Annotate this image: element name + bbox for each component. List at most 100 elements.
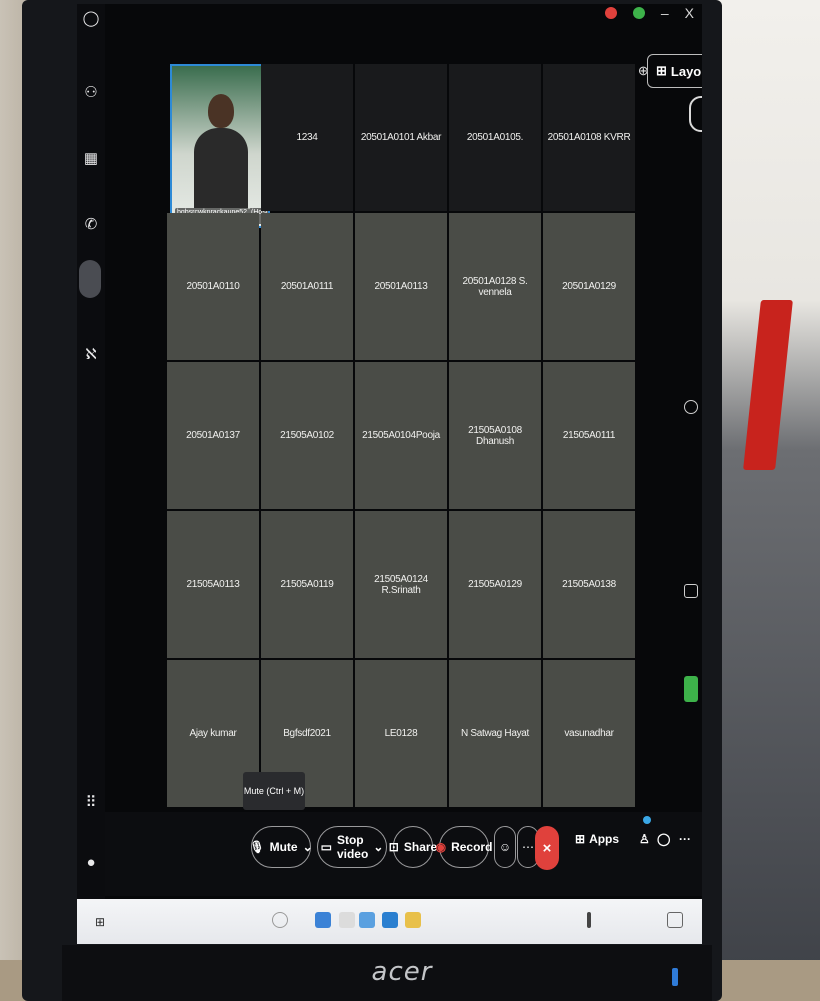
lock-icon[interactable] xyxy=(684,584,698,598)
power-led xyxy=(672,968,678,986)
chrome-icon[interactable] xyxy=(405,912,421,928)
participant-tile[interactable]: 20501A0113 xyxy=(355,213,447,360)
participant-name: 21505A0138 xyxy=(562,579,616,590)
participant-tile[interactable]: 21505A0119 xyxy=(261,511,353,658)
participant-name: 20501A0105. xyxy=(466,132,524,143)
participant-tile[interactable]: LE0128 xyxy=(355,660,447,807)
apps-grid-icon[interactable]: ⠿ xyxy=(82,794,100,812)
phone-icon[interactable]: ✆ xyxy=(82,216,100,234)
smiley-icon: ☺ xyxy=(498,840,512,854)
chat-bubble-icon: ◯ xyxy=(657,832,671,846)
mute-button[interactable]: 🎙 Mute ⌄ xyxy=(249,826,313,868)
participant-name: 1234 xyxy=(296,132,318,143)
stop-video-button[interactable]: ▭ Stop video ⌄ xyxy=(317,826,387,868)
calendar-icon[interactable]: ▦ xyxy=(82,150,100,168)
mute-label: Mute xyxy=(269,840,298,854)
participant-name: 21505A0129 xyxy=(468,579,522,590)
share-label: Share xyxy=(403,840,438,854)
participant-tile[interactable]: 20501A0105. xyxy=(449,64,541,211)
participant-name: 20501A0128 S. vennela xyxy=(462,275,528,298)
minimize-button[interactable]: – xyxy=(661,5,669,21)
participant-name: 20501A0101 Akbar xyxy=(360,132,442,143)
participant-name: 21505A0104Pooja xyxy=(362,430,440,441)
chat-button[interactable]: ◯ xyxy=(657,832,670,846)
chevron-down-icon[interactable]: ⌄ xyxy=(373,840,383,854)
participant-name: 20501A0108 KVRR xyxy=(547,132,631,143)
microphone-icon: 🎙 xyxy=(249,840,265,854)
check-icon[interactable] xyxy=(684,400,698,414)
participants-button[interactable]: ♙ xyxy=(639,832,650,846)
record-label: Record xyxy=(451,840,493,854)
close-button[interactable]: X xyxy=(685,5,694,21)
participant-name: 21505A0111 xyxy=(562,430,616,441)
overflow-button[interactable]: ··· xyxy=(679,832,691,846)
more-icon: ⋯ xyxy=(522,840,534,854)
participant-tile[interactable]: 21505A0113 xyxy=(167,511,259,658)
people-icon[interactable]: ⚇ xyxy=(82,84,100,102)
help-icon[interactable]: ● xyxy=(82,854,100,872)
tray-icon[interactable] xyxy=(587,912,591,928)
participant-tile[interactable]: 21505A0124 R.Srinath xyxy=(355,511,447,658)
explorer-icon[interactable] xyxy=(359,912,375,928)
participant-tile[interactable]: 20501A0137 xyxy=(167,362,259,509)
participant-tile[interactable]: 20501A0110 xyxy=(167,213,259,360)
layout-icon: ⊞ xyxy=(656,63,667,78)
status-indicator xyxy=(632,7,645,19)
chevron-down-icon[interactable]: ⌄ xyxy=(303,840,313,854)
apps-button[interactable]: ⊞ Apps xyxy=(575,832,619,846)
apps-icon: ⊞ xyxy=(575,832,586,846)
layout-label: Layout xyxy=(670,63,702,79)
window-controls: – X xyxy=(604,4,694,22)
participant-tile[interactable]: 21505A0138 xyxy=(543,511,635,658)
participant-tile[interactable]: 21505A0129 xyxy=(449,511,541,658)
participant-tile[interactable]: N Satwag Hayat xyxy=(449,660,541,807)
windows-start-icon[interactable]: ⊞ xyxy=(95,916,107,928)
participant-tile[interactable]: 20501A0128 S. vennela xyxy=(449,213,541,360)
participant-tile[interactable]: 21505A0104Pooja xyxy=(355,362,447,509)
edge-browser-icon[interactable] xyxy=(315,912,331,928)
recording-indicator xyxy=(604,7,617,19)
monitor-brand-logo: acer xyxy=(371,957,433,987)
participant-tile[interactable]: 1234 xyxy=(261,64,353,211)
notification-dot xyxy=(643,816,651,824)
layout-button[interactable]: ⊞ Layout xyxy=(647,54,702,88)
share-icon: ⊡ xyxy=(388,840,399,854)
participant-name: 21505A0113 xyxy=(186,579,240,590)
participant-name: vasunadhar xyxy=(564,728,614,739)
stop-video-label: Stop video xyxy=(336,833,369,861)
participant-name: 20501A0137 xyxy=(186,430,240,441)
meeting-toolbar: 🎙 Mute ⌄ ▭ Stop video ⌄ ⊡ Share ◉ Record… xyxy=(105,812,702,896)
search-icon[interactable] xyxy=(272,912,288,928)
store-icon[interactable] xyxy=(382,912,398,928)
participant-tile[interactable]: 20501A0111 xyxy=(261,213,353,360)
meetings-icon[interactable] xyxy=(79,260,101,298)
participant-tile[interactable]: 20501A0101 Akbar xyxy=(355,64,447,211)
participant-tile[interactable]: 20501A0108 KVRR xyxy=(543,64,635,211)
participant-tile[interactable]: 20501A0129 xyxy=(543,213,635,360)
green-status-icon[interactable] xyxy=(684,676,698,702)
taskview-icon[interactable] xyxy=(339,912,355,928)
notification-center-icon[interactable] xyxy=(667,912,683,928)
participant-tile[interactable]: 21505A0111 xyxy=(543,362,635,509)
participant-tile[interactable]: vasunadhar xyxy=(543,660,635,807)
participant-name: 20501A0110 xyxy=(186,281,240,292)
monitor-bezel: acer ◯ ⚇ ▦ ✆ ℵ ⠿ ● – X ⊖ ⊕ ⊞ Layou xyxy=(22,0,722,1001)
participant-name: Bgfsdf2021 xyxy=(283,728,331,739)
leave-button[interactable]: × xyxy=(535,826,559,870)
activity-icon[interactable]: ℵ xyxy=(82,346,100,364)
participant-tile[interactable]: 21505A0102 xyxy=(261,362,353,509)
windows-taskbar: ⊞ xyxy=(77,899,702,944)
participant-name: LE0128 xyxy=(384,728,418,739)
video-icon: ▭ xyxy=(320,840,332,854)
participant-tile[interactable]: 21505A0108 Dhanush xyxy=(449,362,541,509)
side-panel-toggle[interactable] xyxy=(689,96,702,132)
participant-name: 20501A0129 xyxy=(562,281,616,292)
background-wall-right xyxy=(710,0,820,1001)
record-button[interactable]: ◉ Record xyxy=(436,826,493,868)
share-button[interactable]: ⊡ Share xyxy=(389,826,437,868)
reactions-button[interactable]: ☺ xyxy=(494,826,516,868)
chat-icon[interactable]: ◯ xyxy=(82,10,100,28)
app-sidebar: ◯ ⚇ ▦ ✆ ℵ ⠿ ● xyxy=(77,4,105,899)
participant-name: 21505A0108 Dhanush xyxy=(468,424,522,447)
screen: ◯ ⚇ ▦ ✆ ℵ ⠿ ● – X ⊖ ⊕ ⊞ Layout xyxy=(77,4,702,944)
